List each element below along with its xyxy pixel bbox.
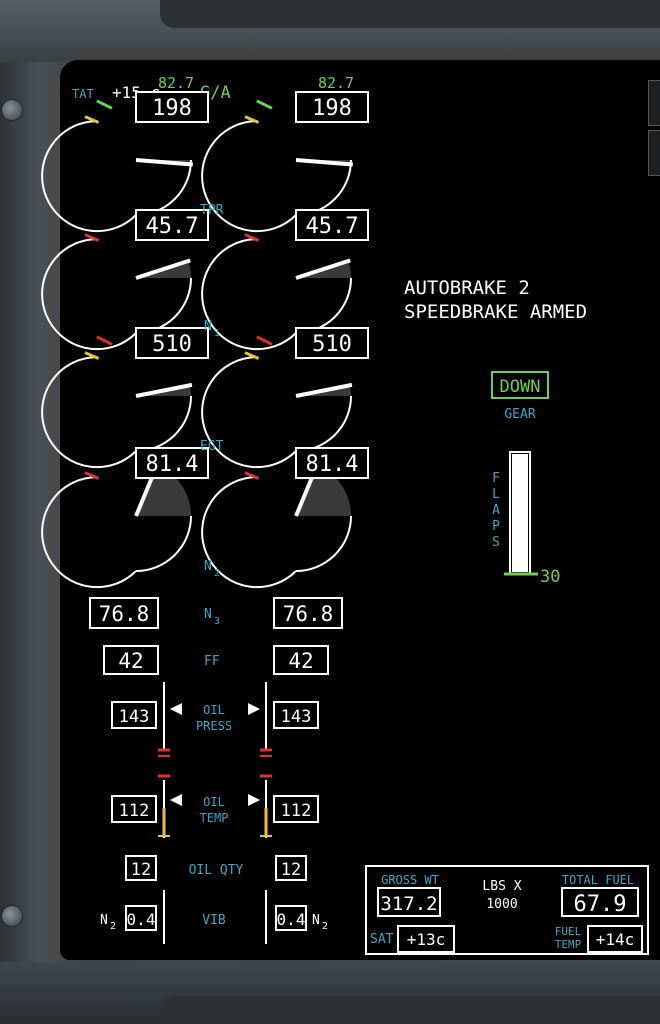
n2-gauge-arc-left [41,476,137,589]
message-speedbrake: SPEEDBRAKE ARMED [404,301,587,323]
sat-value: +13c [407,930,446,949]
n1-readout-right: 45.7 [306,214,359,239]
n2-gauge-right: 81.4 [201,447,369,589]
oil-press-pointer-left [170,703,182,715]
units-line-1: LBS X [482,879,521,894]
tpr-reference-left: 82.7 [158,74,194,92]
oil-temp-label-2: TEMP [200,811,229,825]
oil-press-value-right: 143 [281,707,312,727]
oil-qty-value-right: 12 [281,860,301,880]
oil-qty-value-left: 12 [131,860,151,880]
tpr-label: TPR [200,203,224,218]
vib-n-right: N [312,913,320,928]
n2-readout-right: 81.4 [306,452,359,477]
flaps-bar-fill [512,454,528,572]
egt-readout-right: 510 [312,332,352,357]
fuel-temp-value: +14c [596,930,635,949]
oil-temp-pointer-right [248,794,260,806]
flaps-label-letter: A [492,503,500,518]
vib-n-left: N [100,913,108,928]
tpr-reference-right: 82.7 [318,74,354,92]
fuel-temp-label-1: FUEL [555,925,582,938]
oil-press-pointer-right [248,703,260,715]
flaps-label-letter: F [492,471,500,486]
gross-wt-value: 317.2 [380,893,437,915]
flaps-value: 30 [540,567,560,587]
vib-n-left-sub: 2 [110,921,116,932]
oil-scale-left [158,682,182,838]
tpr-readout-left: 198 [152,96,192,121]
oil-qty-label: OIL QTY [189,863,244,878]
n3-label: N [204,607,212,622]
oil-temp-value-right: 112 [281,801,312,821]
sat-label: SAT [370,932,394,947]
ff-label: FF [204,654,220,669]
tat-label: TAT [72,87,94,101]
gear-label: GEAR [504,407,535,422]
n2-gauge-left: 81.4 [41,447,209,589]
oil-press-label-2: PRESS [196,719,232,733]
n2-label: N [204,559,212,574]
total-fuel-label: TOTAL FUEL [562,873,634,887]
n2-label-sub: 2 [214,568,220,579]
n3-value-right: 76.8 [283,602,334,626]
fuel-temp-label-2: TEMP [555,938,582,951]
n1-gauge-arc-left [41,238,137,351]
n1-label: N [204,319,212,334]
n3-value-left: 76.8 [99,602,150,626]
vib-n-right-sub: 2 [322,921,328,932]
egt-readout-left: 510 [152,332,192,357]
vib-label: VIB [202,913,226,928]
n1-label-sub: 1 [214,328,220,339]
oil-temp-value-left: 112 [119,801,150,821]
eicas-display: TAT +15 c G/A 19882.719882.745.745.75105… [41,74,649,955]
message-autobrake: AUTOBRAKE 2 [404,277,530,299]
vib-value-left: 0.4 [127,910,156,929]
units-line-2: 1000 [486,897,517,912]
ff-value-left: 42 [118,649,143,673]
egt-label: EGT [200,439,224,454]
oil-temp-label-1: OIL [203,795,225,809]
oil-press-label-1: OIL [203,703,225,717]
egt-gauge-arc-left [41,356,137,469]
flaps-label-letter: P [492,519,500,534]
n1-readout-left: 45.7 [146,214,199,239]
oil-scale-right [248,682,272,838]
vib-value-right: 0.4 [277,910,306,929]
flaps-label-letter: S [492,535,500,550]
tpr-readout-right: 198 [312,96,352,121]
n2-readout-left: 81.4 [146,452,199,477]
tpr-gauge-arc-left [41,120,137,233]
oil-temp-pointer-left [170,794,182,806]
gear-status: DOWN [500,377,541,397]
oil-press-value-left: 143 [119,707,150,727]
egt-gauge-right: 510 [201,327,369,469]
flaps-label-letter: L [492,487,500,502]
total-fuel-value: 67.9 [574,892,627,917]
n3-label-sub: 3 [214,616,220,627]
egt-gauge-left: 510 [41,327,209,469]
gross-wt-label: GROSS WT [381,873,439,887]
flaps-label: FLAPS [492,471,500,550]
ff-value-right: 42 [288,649,313,673]
